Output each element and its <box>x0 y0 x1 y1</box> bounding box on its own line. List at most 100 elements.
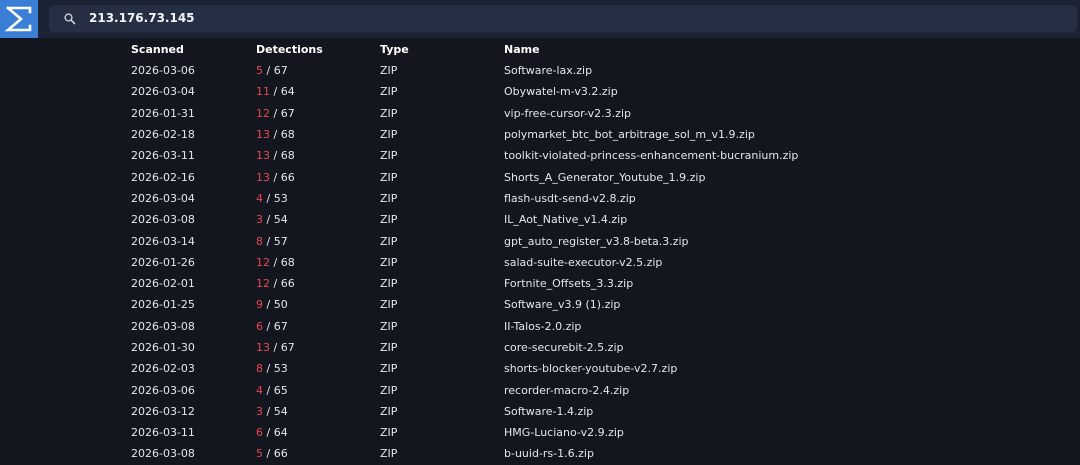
detections-positive-count: 6 <box>256 426 263 440</box>
table-row[interactable]: 2026-03-11 13 / 68 ZIP toolkit-violated-pri… <box>121 145 921 166</box>
detections-cell: 6 / 67 <box>246 316 370 337</box>
detections-total-count: / 66 <box>273 277 295 291</box>
scanned-date: 2026-01-26 <box>131 255 195 269</box>
detections-cell: 13 / 67 <box>246 337 370 358</box>
scanned-date: 2026-02-18 <box>131 128 195 142</box>
detections-total-count: / 66 <box>266 447 288 461</box>
scanned-date: 2026-03-04 <box>131 191 195 205</box>
scanned-date: 2026-03-12 <box>131 404 195 418</box>
table-row[interactable]: 2026-02-16 13 / 66 ZIP Shorts_A_Generator_Y… <box>121 166 921 187</box>
detections-positive-count: 3 <box>256 213 263 227</box>
detections-positive-count: 12 <box>256 277 270 291</box>
search-input[interactable] <box>89 5 989 32</box>
detections-positive-count: 5 <box>256 64 263 78</box>
table-row[interactable]: 2026-01-26 12 / 68 ZIP salad-suite-executor… <box>121 252 921 273</box>
detections-total-count: / 53 <box>266 362 288 376</box>
file-name-link[interactable]: gpt_auto_register_v3.8-beta.3.zip <box>494 230 921 251</box>
file-type: ZIP <box>380 362 398 376</box>
table-row[interactable]: 2026-01-30 13 / 67 ZIP core-securebit-2.5.z… <box>121 337 921 358</box>
file-name-link[interactable]: Obywatel-m-v3.2.zip <box>494 81 921 102</box>
file-name-link[interactable]: recorder-macro-2.4.zip <box>494 379 921 400</box>
file-name-link[interactable]: flash-usdt-send-v2.8.zip <box>494 188 921 209</box>
file-name-link[interactable]: b-uuid-rs-1.6.zip <box>494 443 921 464</box>
file-name-link[interactable]: toolkit-violated-princess-enhancement-bu… <box>494 145 921 166</box>
file-name-link[interactable]: Software-lax.zip <box>494 60 921 81</box>
search-icon <box>63 11 77 25</box>
detections-total-count: / 67 <box>273 341 295 354</box>
detections-total-count: / 67 <box>266 64 288 78</box>
table-row[interactable]: 2026-01-25 9 / 50 ZIP Software_v3.9 (1).zip <box>121 294 921 315</box>
table-row[interactable]: 2026-03-11 6 / 64 ZIP HMG-Luciano-v2.9.zip <box>121 422 921 443</box>
detections-positive-count: 4 <box>256 191 263 205</box>
table-row[interactable]: 2026-03-06 5 / 67 ZIP Software-lax.zip <box>121 60 921 81</box>
scanned-date: 2026-01-31 <box>131 106 195 120</box>
detections-total-count: / 64 <box>273 85 295 99</box>
detections-cell: 4 / 65 <box>246 379 370 400</box>
detections-positive-count: 13 <box>256 341 270 354</box>
detections-cell: 13 / 66 <box>246 166 370 187</box>
column-header-detections[interactable]: Detections <box>246 39 370 60</box>
file-name-link[interactable]: Shorts_A_Generator_Youtube_1.9.zip <box>494 166 921 187</box>
column-header-type[interactable]: Type <box>370 39 494 60</box>
column-header-scanned[interactable]: Scanned <box>121 39 246 60</box>
file-name-link[interactable]: core-securebit-2.5.zip <box>494 337 921 358</box>
file-name-link[interactable]: HMG-Luciano-v2.9.zip <box>494 422 921 443</box>
file-name-link[interactable]: Software-1.4.zip <box>494 401 921 422</box>
scanned-date: 2026-03-08 <box>131 213 195 227</box>
detections-cell: 13 / 68 <box>246 124 370 145</box>
detections-cell: 5 / 66 <box>246 443 370 464</box>
detections-cell: 6 / 64 <box>246 422 370 443</box>
detections-positive-count: 12 <box>256 255 270 269</box>
file-type: ZIP <box>380 170 398 184</box>
detections-positive-count: 13 <box>256 170 270 184</box>
detections-cell: 12 / 66 <box>246 273 370 294</box>
file-name-link[interactable]: II-Talos-2.0.zip <box>494 316 921 337</box>
table-row[interactable]: 2026-03-04 11 / 64 ZIP Obywatel-m-v3.2.zip <box>121 81 921 102</box>
table-row[interactable]: 2026-03-14 8 / 57 ZIP gpt_auto_register_v3.… <box>121 230 921 251</box>
scanned-date: 2026-03-08 <box>131 319 195 333</box>
detections-total-count: / 65 <box>266 383 288 397</box>
detections-cell: 3 / 54 <box>246 209 370 230</box>
table-row[interactable]: 2026-03-04 4 / 53 ZIP flash-usdt-send-v2.8.… <box>121 188 921 209</box>
file-name-link[interactable]: salad-suite-executor-v2.5.zip <box>494 252 921 273</box>
table-row[interactable]: 2026-03-08 3 / 54 ZIP IL_Aot_Native_v1.4.zi… <box>121 209 921 230</box>
detections-positive-count: 11 <box>256 85 270 99</box>
scanned-date: 2026-01-25 <box>131 298 195 312</box>
file-type: ZIP <box>380 255 398 269</box>
detections-total-count: / 50 <box>266 298 288 312</box>
table-row[interactable]: 2026-03-12 3 / 54 ZIP Software-1.4.zip <box>121 401 921 422</box>
file-type: ZIP <box>380 404 398 418</box>
scanned-date: 2026-03-11 <box>131 426 195 440</box>
scanned-date: 2026-03-08 <box>131 447 195 461</box>
table-row[interactable]: 2026-03-08 5 / 66 ZIP b-uuid-rs-1.6.zip <box>121 443 921 464</box>
detections-total-count: / 64 <box>266 426 288 440</box>
file-type: ZIP <box>380 106 398 120</box>
detections-total-count: / 68 <box>273 149 295 163</box>
scanned-date: 2026-02-01 <box>131 277 195 291</box>
scanned-date: 2026-03-06 <box>131 383 195 397</box>
table-row[interactable]: 2026-01-31 12 / 67 ZIP vip-free-cursor-v2.3… <box>121 103 921 124</box>
file-type: ZIP <box>380 191 398 205</box>
detections-cell: 13 / 68 <box>246 145 370 166</box>
column-header-name[interactable]: Name <box>494 39 921 60</box>
file-type: ZIP <box>380 64 398 78</box>
table-row[interactable]: 2026-03-06 4 / 65 ZIP recorder-macro-2.4.zi… <box>121 379 921 400</box>
file-name-link[interactable]: IL_Aot_Native_v1.4.zip <box>494 209 921 230</box>
file-type: ZIP <box>380 234 398 248</box>
sigma-chevron-logo-icon[interactable] <box>0 0 38 38</box>
table-row[interactable]: 2026-02-03 8 / 53 ZIP shorts-blocker-youtub… <box>121 358 921 379</box>
file-type: ZIP <box>380 213 398 227</box>
file-type: ZIP <box>380 149 398 163</box>
table-row[interactable]: 2026-03-08 6 / 67 ZIP II-Talos-2.0.zip <box>121 316 921 337</box>
file-name-link[interactable]: shorts-blocker-youtube-v2.7.zip <box>494 358 921 379</box>
detections-positive-count: 6 <box>256 319 263 333</box>
detections-cell: 4 / 53 <box>246 188 370 209</box>
file-name-link[interactable]: vip-free-cursor-v2.3.zip <box>494 103 921 124</box>
detections-positive-count: 3 <box>256 404 263 418</box>
table-row[interactable]: 2026-02-18 13 / 68 ZIP polymarket_btc_bot_a… <box>121 124 921 145</box>
table-row[interactable]: 2026-02-01 12 / 66 ZIP Fortnite_Offsets_3.3… <box>121 273 921 294</box>
file-name-link[interactable]: Fortnite_Offsets_3.3.zip <box>494 273 921 294</box>
search-box[interactable] <box>49 5 1077 32</box>
file-name-link[interactable]: polymarket_btc_bot_arbitrage_sol_m_v1.9.… <box>494 124 921 145</box>
file-name-link[interactable]: Software_v3.9 (1).zip <box>494 294 921 315</box>
